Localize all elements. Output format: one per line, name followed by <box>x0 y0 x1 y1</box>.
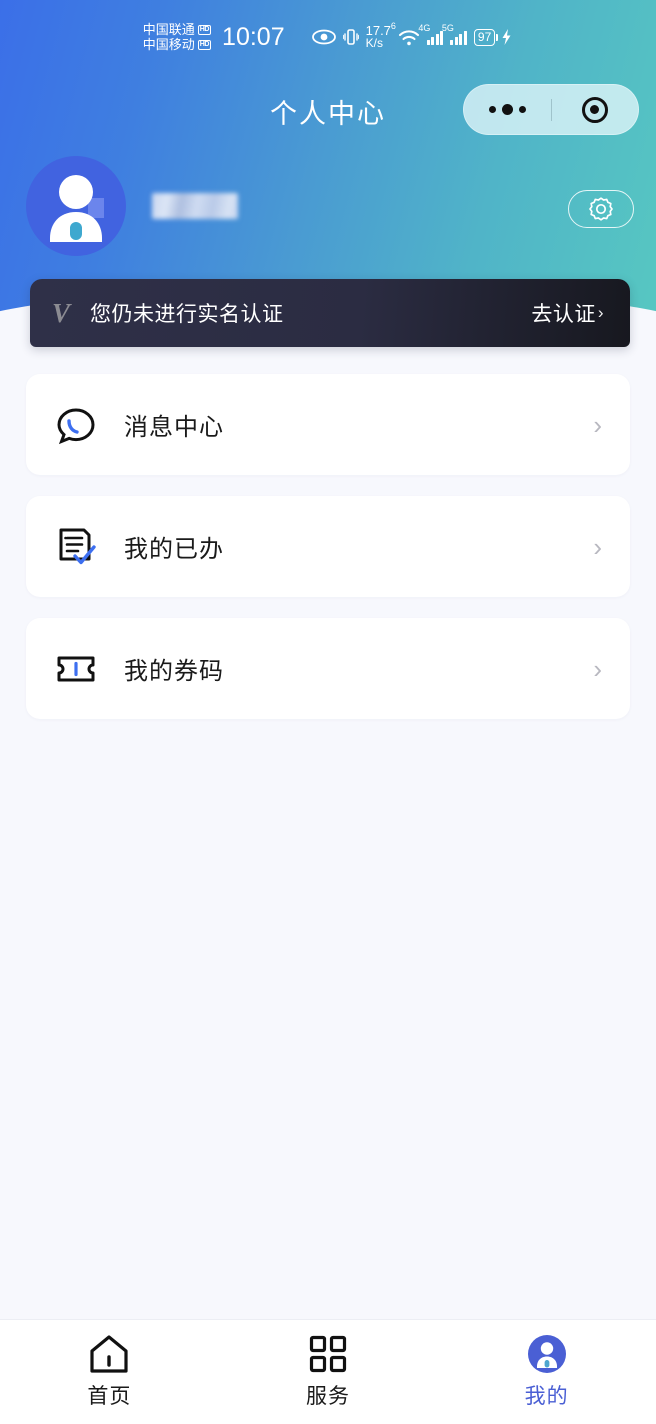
carrier-hd-badge-2: HD <box>197 39 212 50</box>
go-verify-button[interactable]: 去认证 › <box>531 298 604 328</box>
battery-indicator: 97 <box>473 28 513 46</box>
signal-indicator-2: 5G <box>442 23 467 45</box>
vibrate-icon <box>342 29 359 45</box>
avatar[interactable] <box>26 156 126 256</box>
menu-item-my-tasks[interactable]: 我的已办 › <box>26 496 630 597</box>
user-profile-icon <box>527 1334 567 1373</box>
network-speed-unit: K/s <box>365 36 383 50</box>
chevron-right-icon: › <box>593 653 602 684</box>
more-dots-icon <box>488 104 526 115</box>
tab-profile[interactable]: 我的 <box>437 1334 656 1410</box>
status-icons: 17.7 K/s 6 4G 5G 97 <box>311 21 514 50</box>
tab-services[interactable]: 服务 <box>219 1335 438 1410</box>
message-bubble-icon <box>54 403 98 447</box>
capsule-menu-button[interactable] <box>464 104 551 115</box>
signal-label-5g: 5G <box>441 22 454 33</box>
realname-verify-banner[interactable]: V 您仍未进行实名认证 去认证 › <box>30 279 630 347</box>
user-avatar-icon <box>50 175 104 242</box>
carrier-row-1: 中国联通 HD <box>142 21 212 37</box>
app-screen: 中国联通 HD 中国移动 HD 10:07 17.7 K/s 6 4G 5G 9… <box>0 0 656 1424</box>
network-speed: 17.7 K/s <box>366 24 391 50</box>
username-redacted <box>152 193 238 219</box>
chevron-right-icon: › <box>593 531 602 562</box>
bottom-tab-bar: 首页 服务 我的 <box>0 1319 656 1424</box>
wifi-icon <box>398 29 419 45</box>
menu-item-label: 我的已办 <box>124 536 224 563</box>
go-verify-label: 去认证 <box>531 303 596 326</box>
carrier-name-1: 中国联通 <box>142 21 195 37</box>
carrier-info: 中国联通 HD 中国移动 HD <box>142 21 212 52</box>
verify-message: 您仍未进行实名认证 <box>90 303 284 326</box>
carrier-name-2: 中国移动 <box>142 36 195 52</box>
menu-item-label: 消息中心 <box>124 414 224 441</box>
chevron-right-icon: › <box>597 303 604 322</box>
signal-label-4g: 4G <box>418 22 431 33</box>
profile-section[interactable] <box>26 156 238 256</box>
menu-list: 消息中心 › 我的已办 › 我的券码 › <box>26 374 630 740</box>
tab-label: 服务 <box>306 1384 350 1408</box>
tab-home[interactable]: 首页 <box>0 1334 219 1410</box>
document-check-icon <box>54 525 98 569</box>
wifi-indicator: 6 <box>391 21 420 46</box>
wifi-generation-label: 6 <box>390 20 396 31</box>
menu-item-label: 我的券码 <box>124 658 224 685</box>
chevron-right-icon: › <box>593 409 602 440</box>
battery-level: 97 <box>473 28 496 46</box>
status-bar: 中国联通 HD 中国移动 HD 10:07 17.7 K/s 6 4G 5G 9… <box>0 0 656 66</box>
tab-label: 我的 <box>524 1384 569 1408</box>
home-icon <box>88 1334 130 1373</box>
tab-label: 首页 <box>87 1384 132 1408</box>
settings-button[interactable] <box>568 190 634 228</box>
eye-icon <box>311 29 336 45</box>
verify-badge-icon: V <box>52 298 71 328</box>
target-circle-icon <box>581 96 608 123</box>
carrier-hd-badge-1: HD <box>197 24 212 35</box>
menu-item-message-center[interactable]: 消息中心 › <box>26 374 630 475</box>
menu-item-my-coupons[interactable]: 我的券码 › <box>26 618 630 719</box>
status-clock: 10:07 <box>222 22 285 51</box>
capsule-close-button[interactable] <box>552 96 639 123</box>
grid-services-icon <box>309 1335 347 1373</box>
battery-tip <box>496 33 499 41</box>
carrier-row-2: 中国移动 HD <box>142 36 212 52</box>
ticket-icon <box>54 647 98 691</box>
gear-icon <box>589 197 613 221</box>
charging-bolt-icon <box>502 29 511 45</box>
miniprogram-capsule[interactable] <box>463 84 639 135</box>
